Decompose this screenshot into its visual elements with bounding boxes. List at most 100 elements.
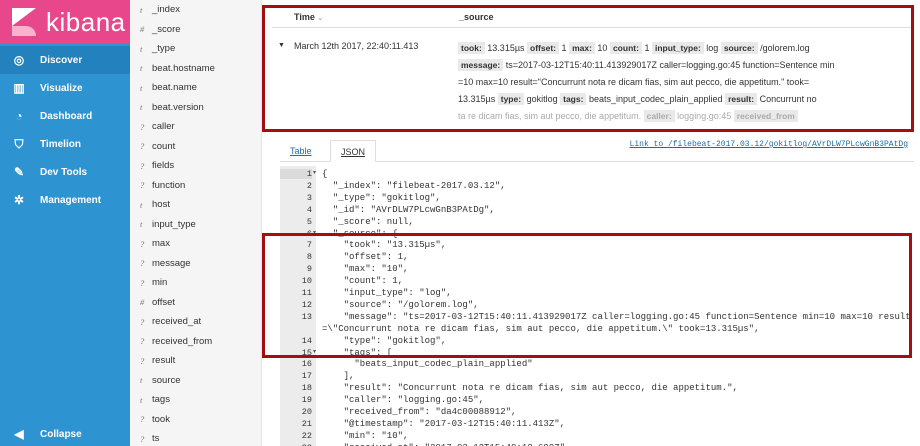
- left-nav: kibana ◎ Discover ▥ Visualize ◔ Dashboard ⛉ Tim…: [0, 0, 130, 446]
- json-code-line: "caller": "logging.go:45",: [322, 395, 485, 406]
- field-item[interactable]: ? fields: [130, 156, 261, 176]
- document-link[interactable]: Link to /filebeat-2017.03.12/gokitlog/AV…: [630, 140, 908, 149]
- field-item[interactable]: ? max: [130, 234, 261, 254]
- field-name: function: [152, 179, 186, 191]
- field-type-icon: ?: [140, 121, 145, 132]
- line-number: 1: [280, 169, 312, 179]
- field-item[interactable]: ? received_at: [130, 312, 261, 332]
- field-item[interactable]: ? message: [130, 254, 261, 274]
- field-item[interactable]: t beat.name: [130, 78, 261, 98]
- line-number: 22: [301, 430, 312, 441]
- nav-item-label: Dashboard: [40, 110, 93, 122]
- summary-key: message:: [458, 59, 504, 71]
- field-type-icon: t: [140, 43, 143, 54]
- nav-item-management[interactable]: ✲ Management: [0, 186, 130, 214]
- field-item[interactable]: # offset: [130, 293, 261, 313]
- summary-value: =10 max=10 result="Concurrunt nota re di…: [458, 77, 810, 87]
- field-name: result: [152, 355, 176, 367]
- field-item[interactable]: t host: [130, 195, 261, 215]
- tab-table[interactable]: Table: [280, 140, 322, 162]
- field-name: caller: [152, 121, 175, 133]
- summary-key: source:: [720, 42, 758, 54]
- field-item[interactable]: ? ts: [130, 429, 261, 446]
- field-name: ts: [152, 433, 160, 445]
- collapse-button[interactable]: ◀ Collapse: [0, 422, 130, 446]
- line-number: 8: [306, 252, 312, 263]
- field-name: took: [152, 413, 170, 425]
- summary-key: input_type:: [651, 42, 704, 54]
- line-number: 21: [301, 418, 312, 429]
- field-item[interactable]: ? took: [130, 410, 261, 430]
- discover-main: Time ⌄ _source ▼ March 12th 2017, 22:40:…: [262, 0, 920, 446]
- field-type-icon: ?: [140, 141, 145, 152]
- field-type-icon: ?: [140, 414, 145, 425]
- field-item[interactable]: t _type: [130, 39, 261, 59]
- field-type-icon: t: [140, 63, 143, 74]
- summary-key: type:: [497, 93, 525, 105]
- fold-toggle-icon[interactable]: ▾: [313, 229, 316, 236]
- field-type-icon: ?: [140, 355, 145, 366]
- json-code-line: "_score": null,: [322, 216, 414, 227]
- field-item[interactable]: ? function: [130, 176, 261, 196]
- field-name: beat.name: [152, 82, 197, 94]
- field-item[interactable]: t source: [130, 371, 261, 391]
- nav-item-dashboard[interactable]: ◔ Dashboard: [0, 102, 130, 130]
- field-name: input_type: [152, 218, 196, 230]
- summary-value: gokitlog: [526, 94, 558, 104]
- nav-item-timelion[interactable]: ⛉ Timelion: [0, 130, 130, 158]
- field-type-icon: ?: [140, 316, 145, 327]
- field-item[interactable]: ? result: [130, 351, 261, 371]
- field-item[interactable]: t beat.hostname: [130, 59, 261, 79]
- field-list: t _index # _score t _type t beat.hostname t beat.…: [130, 0, 262, 446]
- field-item[interactable]: t input_type: [130, 215, 261, 235]
- json-code-line: "_index": "filebeat-2017.03.12",: [322, 180, 506, 191]
- field-name: max: [152, 238, 170, 250]
- summary-key: count:: [609, 42, 642, 54]
- kibana-logo[interactable]: kibana: [0, 0, 130, 44]
- summary-key: tags:: [560, 93, 587, 105]
- line-number: 6: [306, 228, 312, 239]
- expand-caret-icon[interactable]: ▼: [278, 42, 285, 49]
- field-item[interactable]: ? count: [130, 137, 261, 157]
- field-item[interactable]: # _score: [130, 20, 261, 40]
- field-type-icon: t: [140, 375, 143, 386]
- compass-icon: ◎: [13, 53, 25, 67]
- nav-item-dev-tools[interactable]: ✎ Dev Tools: [0, 158, 130, 186]
- table-row[interactable]: ▼ March 12th 2017, 22:40:11.413 took: 13…: [272, 34, 917, 129]
- field-item[interactable]: ? min: [130, 273, 261, 293]
- tab-json[interactable]: JSON: [330, 140, 377, 162]
- nav-list: ◎ Discover ▥ Visualize ◔ Dashboard ⛉ Timelion ✎ D…: [0, 44, 130, 214]
- line-number: 20: [301, 407, 312, 417]
- nav-item-visualize[interactable]: ▥ Visualize: [0, 74, 130, 102]
- json-code-line: "offset": 1,: [322, 252, 409, 263]
- nav-item-discover[interactable]: ◎ Discover: [0, 46, 130, 74]
- summary-value: 13.315µs: [487, 43, 525, 53]
- fold-toggle-icon[interactable]: ▾: [313, 348, 316, 355]
- field-type-icon: t: [140, 199, 143, 210]
- field-item[interactable]: t tags: [130, 390, 261, 410]
- field-type-icon: #: [140, 297, 145, 308]
- field-name: min: [152, 277, 168, 289]
- field-name: beat.hostname: [152, 62, 215, 74]
- summary-value: 1: [561, 43, 567, 53]
- json-code-line: "min": "10",: [322, 430, 409, 441]
- json-code-line: "took": "13.315µs",: [322, 240, 447, 251]
- summary-value: logging.go:45: [677, 111, 732, 121]
- line-number-gutter: 1▾23456▾789101112131415▾1617181920212223: [280, 166, 316, 446]
- line-number: 18: [301, 383, 312, 394]
- summary-line: message: ts=2017-03-12T15:40:11.41392901…: [458, 57, 913, 74]
- field-item[interactable]: t _index: [130, 0, 261, 20]
- field-type-icon: ?: [140, 433, 145, 444]
- line-number: 12: [301, 299, 312, 310]
- fold-toggle-icon[interactable]: ▾: [313, 169, 316, 176]
- field-item[interactable]: t beat.version: [130, 98, 261, 118]
- json-code-line: "_id": "AVrDLW7PLcwGnB3PAtDg",: [322, 204, 495, 215]
- field-item[interactable]: ? received_from: [130, 332, 261, 352]
- line-number: 14: [301, 335, 312, 346]
- field-name: host: [152, 199, 170, 211]
- time-column-header[interactable]: Time ⌄: [294, 12, 323, 22]
- json-code-line: "input_type": "log",: [322, 288, 452, 298]
- dashboard-icon: ◔: [15, 109, 23, 123]
- field-item[interactable]: ? caller: [130, 117, 261, 137]
- json-code-line: "message": "ts=2017-03-12T15:40:11.41392…: [322, 311, 911, 322]
